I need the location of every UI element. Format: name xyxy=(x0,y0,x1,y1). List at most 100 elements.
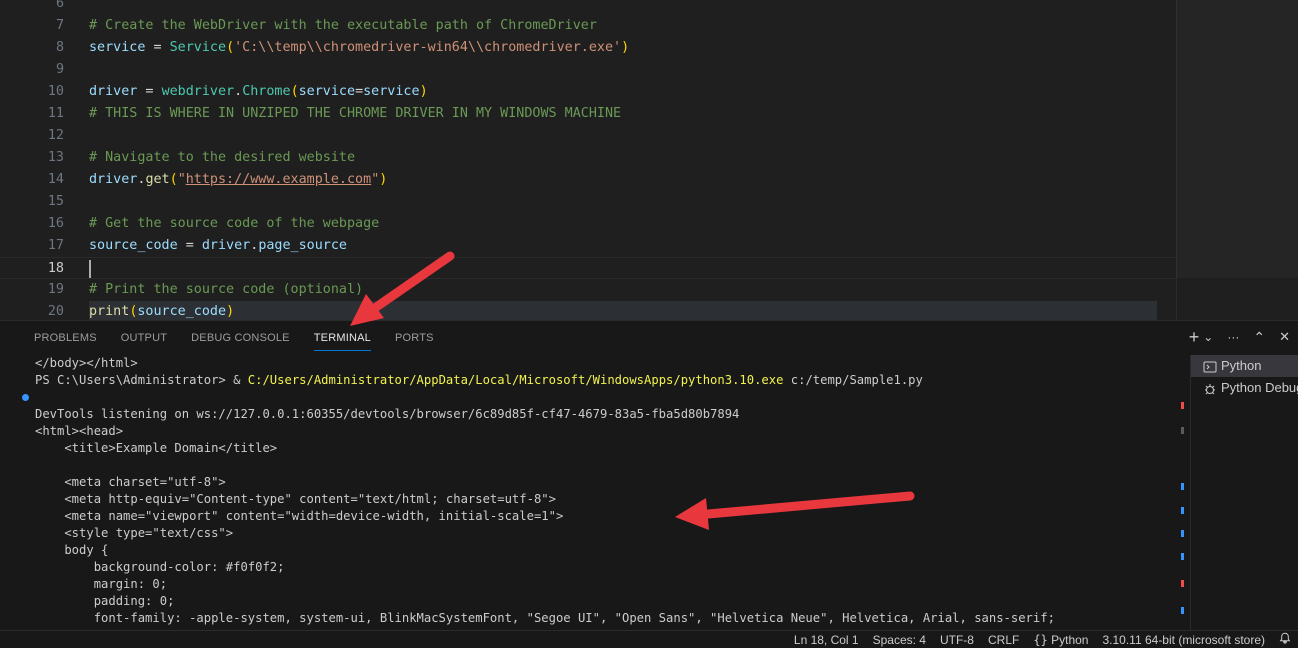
terminal-text: margin: 0; xyxy=(35,577,168,591)
code-token: source_code xyxy=(89,238,178,253)
terminal-executable-path: C:/Users/Administrator/AppData/Local/Mic… xyxy=(247,373,784,387)
editor-lines[interactable]: 6 7 # Create the WebDriver with the execut… xyxy=(0,0,1176,320)
code-line[interactable]: 17 source_code = driver.page_source xyxy=(0,235,1176,257)
code-line[interactable]: 8 service = Service('C:\\temp\\chromedriv… xyxy=(0,37,1176,59)
text-cursor xyxy=(89,260,91,278)
code-token: = xyxy=(177,238,202,253)
close-panel-icon[interactable]: ✕ xyxy=(1279,327,1290,347)
code-line[interactable]: 13 # Navigate to the desired website xyxy=(0,147,1176,169)
python-interpreter[interactable]: 3.10.11 64-bit (microsoft store) xyxy=(1095,631,1272,648)
indentation-setting[interactable]: Spaces: 4 xyxy=(866,631,933,648)
tab-terminal[interactable]: TERMINAL xyxy=(302,321,383,355)
terminal-scrollbar[interactable] xyxy=(1180,355,1190,631)
terminal-instance-item[interactable]: Python Debug Console xyxy=(1191,377,1298,399)
code-token: ( xyxy=(290,84,299,99)
code-token: https://www.example.com xyxy=(185,172,372,187)
code-editor[interactable]: 6 7 # Create the WebDriver with the execut… xyxy=(0,0,1298,320)
maximize-panel-icon[interactable]: ⌃ xyxy=(1253,327,1265,347)
code-line[interactable]: 14 driver.get("https://www.example.com") xyxy=(0,169,1176,191)
chevron-down-icon[interactable]: ⌄ xyxy=(1203,327,1213,347)
code-token: ) xyxy=(379,172,388,187)
terminal-instance-label: Python Debug Console xyxy=(1221,380,1298,395)
code-token: service xyxy=(363,84,420,99)
terminal-line: <meta http-equiv="Content-type" content=… xyxy=(0,491,1180,508)
code-line[interactable]: 6 xyxy=(0,0,1176,15)
terminal-instance-list: Python Python Debug Console xyxy=(1190,355,1298,631)
code-token: = xyxy=(145,40,170,55)
code-line[interactable]: 19 # Print the source code (optional) xyxy=(0,279,1176,301)
tab-debug-console[interactable]: DEBUG CONSOLE xyxy=(179,321,302,355)
terminal-instance-label: Python xyxy=(1221,358,1262,373)
code-line[interactable]: 12 xyxy=(0,125,1176,147)
terminal-line: <meta name="viewport" content="width=dev… xyxy=(0,508,1180,525)
status-bar-right: Ln 18, Col 1 Spaces: 4 UTF-8 CRLF {} Pyt… xyxy=(787,631,1298,648)
line-code: # Create the WebDriver with the executab… xyxy=(89,15,597,37)
scroll-decoration xyxy=(1181,402,1184,409)
line-number: 14 xyxy=(47,172,64,187)
code-token: driver xyxy=(201,238,251,253)
code-line[interactable]: 15 xyxy=(0,191,1176,213)
code-line[interactable]: 10 driver = webdriver.Chrome(service=serv… xyxy=(0,81,1176,103)
new-terminal-icon[interactable]: + xyxy=(1189,327,1200,347)
braces-icon: {} xyxy=(1033,633,1048,647)
line-number: 20 xyxy=(47,304,64,319)
code-line[interactable]: 16 # Get the source code of the webpage xyxy=(0,213,1176,235)
terminal-text: background-color: #f0f0f2; xyxy=(35,560,285,574)
scroll-decoration xyxy=(1181,427,1184,434)
terminal-icon xyxy=(1203,359,1217,373)
line-ending[interactable]: CRLF xyxy=(981,631,1026,648)
line-code: driver = webdriver.Chrome(service=servic… xyxy=(89,81,428,103)
code-line[interactable]: 9 xyxy=(0,59,1176,81)
command-decoration-icon[interactable] xyxy=(22,394,29,401)
code-token: " xyxy=(177,172,186,187)
code-token: # THIS IS WHERE IN UNZIPED THE CHROME DR… xyxy=(89,106,622,121)
code-token: # Print the source code (optional) xyxy=(89,282,364,297)
line-code: driver.get("https://www.example.com") xyxy=(89,169,387,191)
code-token: source_code xyxy=(137,304,227,319)
code-token: ( xyxy=(169,172,178,187)
language-mode[interactable]: {} Python xyxy=(1026,631,1095,648)
more-actions-icon[interactable]: ··· xyxy=(1227,327,1239,347)
panel-tabs: PROBLEMS OUTPUT DEBUG CONSOLE TERMINAL PORTS xyxy=(22,321,446,355)
terminal-text: padding: 0; xyxy=(35,594,175,608)
code-token: driver xyxy=(89,84,138,99)
code-token: driver xyxy=(89,172,138,187)
code-token: Service xyxy=(169,40,227,55)
minimap-slider[interactable] xyxy=(1176,0,1298,278)
code-token: = xyxy=(137,84,162,99)
line-number: 18 xyxy=(47,261,64,276)
debug-icon xyxy=(1203,381,1217,395)
line-code: # Get the source code of the webpage xyxy=(89,213,379,235)
line-code: # Navigate to the desired website xyxy=(89,147,355,169)
tab-problems[interactable]: PROBLEMS xyxy=(22,321,109,355)
code-line[interactable]: 11 # THIS IS WHERE IN UNZIPED THE CHROME … xyxy=(0,103,1176,125)
terminal-output[interactable]: </body></html> PS C:\Users\Administrator>… xyxy=(0,355,1180,631)
notifications-bell-icon[interactable] xyxy=(1272,631,1298,648)
scroll-decoration xyxy=(1181,607,1184,614)
terminal-line: background-color: #f0f0f2; xyxy=(0,559,1180,576)
selection-highlight xyxy=(89,301,1157,320)
code-token: # Create the WebDriver with the executab… xyxy=(89,18,597,33)
code-token: webdriver xyxy=(161,84,235,99)
file-encoding[interactable]: UTF-8 xyxy=(933,631,981,648)
cursor-position[interactable]: Ln 18, Col 1 xyxy=(787,631,866,648)
code-token: ) xyxy=(419,84,428,99)
terminal-text: c:/temp/Sample1.py xyxy=(783,373,923,387)
code-line[interactable]: 18 xyxy=(0,257,1176,279)
code-token: page_source xyxy=(258,238,347,253)
code-line[interactable]: 7 # Create the WebDriver with the executa… xyxy=(0,15,1176,37)
terminal-line: font-family: -apple-system, system-ui, B… xyxy=(0,610,1180,627)
terminal-text: <html><head> xyxy=(35,424,124,438)
line-number: 11 xyxy=(47,106,64,121)
tab-output[interactable]: OUTPUT xyxy=(109,321,179,355)
terminal-text: </body></html> xyxy=(35,356,138,370)
scroll-decoration xyxy=(1181,530,1184,537)
line-code: print(source_code) xyxy=(89,301,234,320)
terminal-line: body { xyxy=(0,542,1180,559)
code-line[interactable]: 20 print(source_code) xyxy=(0,301,1176,320)
terminal-instance-item[interactable]: Python xyxy=(1191,355,1298,377)
code-token: ) xyxy=(621,40,630,55)
line-number: 10 xyxy=(47,84,64,99)
status-bar: Ln 18, Col 1 Spaces: 4 UTF-8 CRLF {} Pyt… xyxy=(0,630,1298,648)
tab-ports[interactable]: PORTS xyxy=(383,321,446,355)
